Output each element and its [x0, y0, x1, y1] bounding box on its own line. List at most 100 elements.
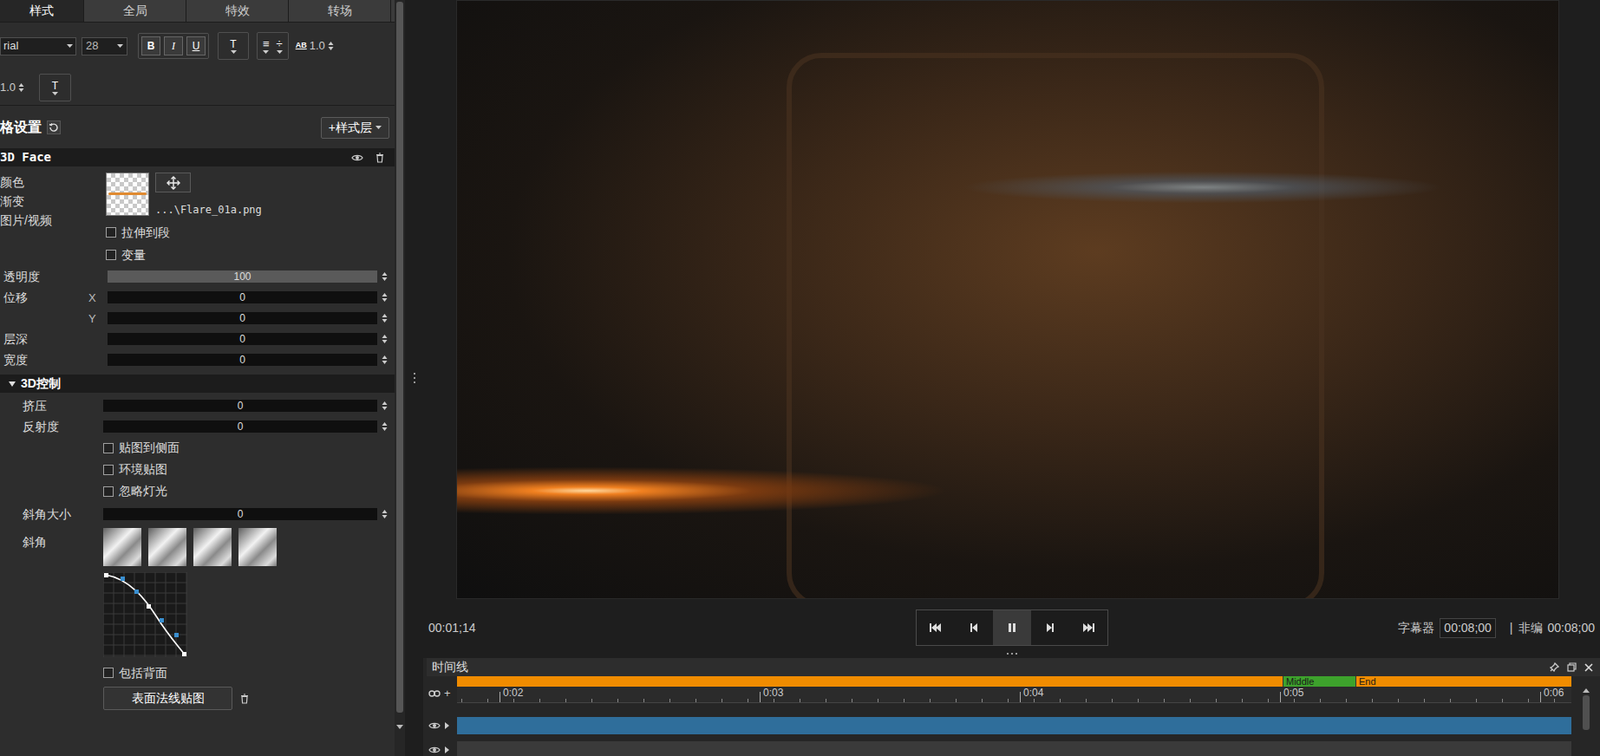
link-icon[interactable] — [428, 690, 441, 698]
dropdown-caret-icon[interactable] — [66, 44, 73, 48]
font-size-select[interactable]: 28 — [81, 37, 128, 56]
eye-icon[interactable] — [351, 153, 364, 163]
spin-arrows-icon[interactable] — [381, 509, 388, 520]
slider-value[interactable]: 100 — [233, 271, 251, 282]
dropdown-caret-icon[interactable] — [375, 125, 382, 130]
bevel-preset[interactable] — [193, 528, 232, 567]
segment-bar[interactable]: Middle End — [457, 676, 1572, 687]
checkbox-row[interactable]: 贴图到侧面 — [0, 437, 395, 459]
checkbox-row[interactable]: 包括背面 — [0, 662, 395, 684]
start-icon[interactable] — [928, 621, 943, 634]
spin-arrows-icon[interactable] — [381, 354, 388, 366]
dropdown-caret-icon[interactable] — [117, 44, 124, 48]
tab-label[interactable]: 转场 — [327, 1, 353, 20]
spacing-value[interactable]: 1.0 — [309, 37, 326, 55]
fill-type[interactable]: 颜色 — [0, 172, 106, 192]
tab-label[interactable]: 全局 — [123, 1, 148, 20]
font-select[interactable]: rial — [0, 37, 77, 56]
slider-value[interactable]: 0 — [239, 333, 246, 345]
texture-thumbnail[interactable] — [105, 172, 150, 216]
checkbox[interactable] — [103, 464, 114, 476]
tab[interactable]: 特效 — [186, 0, 289, 22]
spin-arrows-icon[interactable] — [381, 421, 388, 432]
align-label[interactable]: ≡ — [262, 38, 270, 51]
line-spacing-value[interactable]: 1.0 — [0, 78, 16, 97]
slider-track[interactable]: 0 — [107, 312, 378, 325]
next-icon[interactable] — [1044, 621, 1056, 634]
text-style-button[interactable]: T — [217, 32, 249, 60]
end-icon[interactable] — [1081, 621, 1096, 634]
slider-track[interactable]: 0 — [107, 333, 378, 346]
close-icon[interactable] — [1584, 663, 1594, 673]
checkbox-label[interactable]: 拉伸到段 — [121, 223, 170, 242]
dropdown-caret-icon[interactable] — [262, 50, 269, 54]
slider-track[interactable]: 0 — [103, 508, 378, 521]
transport-button[interactable] — [954, 610, 993, 646]
spin-arrows-icon[interactable] — [18, 82, 25, 93]
video-preview[interactable] — [456, 0, 1560, 600]
panel-splitter[interactable] — [404, 0, 424, 756]
transport-button[interactable] — [992, 610, 1032, 646]
add-track-button[interactable]: + — [444, 687, 451, 699]
checkbox[interactable] — [103, 486, 114, 497]
layer-name[interactable]: 3D Face — [0, 148, 52, 167]
track[interactable] — [457, 741, 1572, 756]
dropdown-caret-icon[interactable] — [230, 50, 237, 54]
title-duration[interactable]: 00:08;00 — [1439, 618, 1496, 639]
trash-icon[interactable] — [240, 693, 249, 705]
prev-icon[interactable] — [968, 621, 980, 634]
underline-button[interactable]: U — [186, 36, 206, 56]
normal-map-button[interactable]: 表面法线贴图 — [103, 686, 233, 711]
checkbox[interactable] — [105, 227, 117, 238]
align-button[interactable]: ≡ — [262, 38, 270, 54]
timeline-splitter[interactable] — [423, 648, 1600, 659]
tab-label[interactable]: 样式 — [29, 1, 54, 20]
checkbox-label[interactable]: 包括背面 — [118, 664, 168, 683]
slider-track[interactable]: 0 — [103, 399, 378, 412]
eye-icon[interactable] — [428, 721, 441, 731]
expand-arrow-icon[interactable] — [444, 722, 450, 730]
direction-label[interactable]: T — [52, 79, 59, 92]
marker-label[interactable]: Middle — [1286, 676, 1314, 687]
add-layer-label[interactable]: +样式层 — [328, 118, 373, 138]
layer-bar[interactable]: 3D Face — [0, 148, 395, 167]
slider-track[interactable]: 100 — [107, 270, 378, 283]
panel-scrollbar[interactable] — [394, 0, 405, 756]
eye-icon[interactable] — [428, 745, 441, 755]
checkbox[interactable] — [103, 443, 114, 454]
trash-icon[interactable] — [375, 152, 385, 164]
checkbox-row[interactable]: 变量 — [0, 243, 395, 267]
tab-label[interactable]: 特效 — [225, 1, 250, 20]
tab[interactable]: 转场 — [288, 0, 392, 22]
reset-icon[interactable] — [46, 120, 61, 135]
bevel-curve-editor[interactable] — [103, 572, 188, 658]
bevel-preset[interactable] — [148, 528, 187, 567]
add-style-layer-button[interactable]: +样式层 — [320, 117, 390, 139]
pause-icon[interactable] — [1006, 621, 1018, 634]
transport-button[interactable] — [1031, 610, 1070, 646]
checkbox-row[interactable]: 拉伸到段 — [0, 221, 395, 244]
dropdown-caret-icon[interactable] — [276, 50, 283, 54]
time-ruler[interactable]: 0:020:030:040:050:06 — [457, 686, 1572, 704]
fill-type[interactable]: 图片/视频 — [0, 210, 106, 230]
tab[interactable]: 全局 — [84, 0, 187, 22]
transport-button[interactable] — [1069, 610, 1108, 646]
distribute-label[interactable]: ÷ — [276, 38, 283, 51]
tab[interactable]: 样式 — [0, 0, 85, 22]
fill-type[interactable]: 渐变 — [0, 191, 106, 211]
scroll-up-icon[interactable] — [1582, 688, 1590, 693]
bold-button[interactable]: B — [141, 36, 161, 56]
checkbox-label[interactable]: 环境贴图 — [118, 460, 168, 479]
slider-value[interactable]: 0 — [237, 509, 244, 520]
spin-arrows-icon[interactable] — [381, 292, 388, 303]
slider-value[interactable]: 0 — [239, 313, 246, 324]
italic-button[interactable]: I — [163, 36, 183, 56]
segment-marker[interactable]: End — [1355, 676, 1572, 687]
scrollbar-thumb[interactable] — [396, 1, 404, 713]
checkbox[interactable] — [105, 249, 117, 261]
checkbox-row[interactable]: 环境贴图 — [0, 458, 395, 481]
bevel-preset[interactable] — [103, 528, 142, 567]
slider-track[interactable]: 0 — [107, 353, 378, 366]
checkbox-label[interactable]: 变量 — [121, 246, 146, 265]
slider-value[interactable]: 0 — [237, 400, 244, 412]
